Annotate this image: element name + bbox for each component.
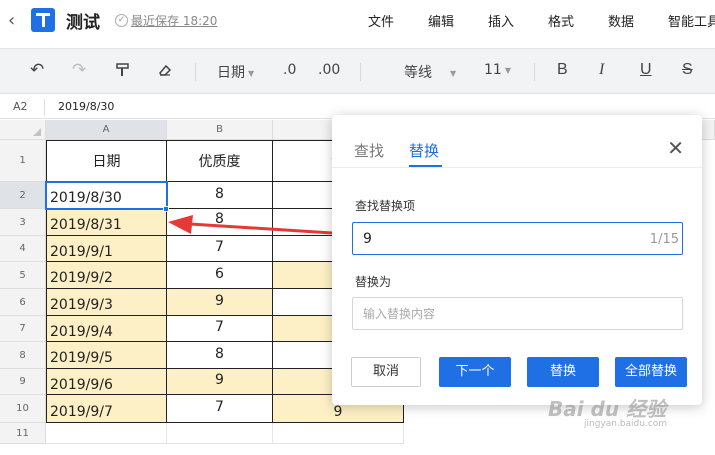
row-header-5[interactable]: 5 (0, 262, 46, 289)
row-header-1[interactable]: 1 (0, 140, 46, 182)
column-header-b[interactable]: B (167, 120, 273, 140)
save-status: ✓ 最近保存 18:20 (115, 12, 217, 29)
menu-insert[interactable]: 插入 (488, 11, 514, 30)
cell-a2[interactable]: 2019/8/30 (46, 182, 167, 209)
number-format-label: 日期 (217, 65, 245, 81)
replace-all-button[interactable]: 全部替换 (615, 357, 687, 387)
cell-reference[interactable]: A2 (13, 100, 28, 113)
row-header-9[interactable]: 9 (0, 369, 46, 395)
replace-input[interactable] (363, 303, 663, 325)
font-name-dropdown[interactable]: 等线 ▼ (404, 62, 456, 82)
row-header-2[interactable]: 2 (0, 182, 46, 209)
menu-smart-tools[interactable]: 智能工具 (668, 11, 715, 30)
column-header-a[interactable]: A (46, 120, 167, 140)
find-replace-dialog: 查找 替换 ✕ 查找替换项 1/15 替换为 取消 下一个 替换 全部替换 (332, 115, 702, 405)
cell-c11[interactable] (273, 423, 404, 444)
undo-icon[interactable]: ↶ (30, 60, 44, 80)
cell-b11[interactable] (167, 423, 273, 444)
bold-button[interactable]: B (557, 61, 568, 79)
cell-a3[interactable]: 2019/8/31 (46, 209, 167, 236)
toolbar: ↶ ↷ 日期 ▼ .0 .00 等线 ▼ 11 ▼ B I U S (0, 48, 715, 94)
redo-icon[interactable]: ↷ (72, 60, 86, 80)
tab-find[interactable]: 查找 (354, 140, 384, 161)
format-painter-icon[interactable] (115, 62, 131, 82)
cell-b7[interactable]: 7 (167, 316, 273, 342)
cell-a7[interactable]: 2019/9/4 (46, 316, 167, 342)
watermark-url: jingyan.baidu.com (584, 419, 668, 429)
check-circle-icon: ✓ (115, 14, 128, 27)
cell-a9[interactable]: 2019/9/6 (46, 369, 167, 395)
cell-a5[interactable]: 2019/9/2 (46, 262, 167, 289)
cell-b5[interactable]: 6 (167, 262, 273, 289)
cell-b3[interactable]: 8 (167, 209, 273, 236)
row-header-3[interactable]: 3 (0, 209, 46, 236)
row-header-6[interactable]: 6 (0, 289, 46, 316)
close-icon[interactable]: ✕ (667, 136, 684, 160)
caret-down-icon: ▼ (450, 68, 457, 78)
cell-b9[interactable]: 9 (167, 369, 273, 395)
number-format-dropdown[interactable]: 日期 ▼ (217, 62, 254, 82)
row-header-4[interactable]: 4 (0, 236, 46, 262)
caret-down-icon: ▼ (248, 68, 255, 78)
back-chevron-icon[interactable]: ‹ (8, 10, 15, 31)
font-size-dropdown[interactable]: 11 ▼ (484, 62, 511, 78)
select-all-corner[interactable] (0, 120, 46, 140)
decrease-decimal-button[interactable]: .0 (283, 62, 296, 78)
strikethrough-button[interactable]: S (682, 61, 693, 79)
cell-a6[interactable]: 2019/9/3 (46, 289, 167, 316)
cell-a8[interactable]: 2019/9/5 (46, 342, 167, 369)
menu-data[interactable]: 数据 (608, 11, 634, 30)
cell-b2[interactable]: 8 (167, 182, 273, 209)
font-name-label: 等线 (404, 65, 432, 81)
baidu-jingyan-watermark: Bai du 经验 (548, 397, 667, 421)
cell-a10[interactable]: 2019/9/7 (46, 395, 167, 423)
find-input[interactable] (363, 228, 623, 250)
match-count: 1/15 (649, 232, 679, 247)
cell-b6[interactable]: 9 (167, 289, 273, 316)
toolbar-divider (195, 63, 196, 81)
italic-button[interactable]: I (599, 61, 604, 79)
fill-handle[interactable] (163, 206, 169, 212)
formula-bar-divider (44, 99, 45, 116)
cancel-button[interactable]: 取消 (351, 357, 421, 387)
cell-a4[interactable]: 2019/9/1 (46, 236, 167, 262)
cell-b4[interactable]: 7 (167, 236, 273, 262)
tabs-divider (332, 167, 702, 168)
menu-edit[interactable]: 编辑 (428, 11, 454, 30)
formula-value[interactable]: 2019/8/30 (58, 100, 114, 113)
toolbar-divider (534, 63, 535, 81)
save-status-text[interactable]: 最近保存 18:20 (131, 12, 217, 29)
app-logo-icon (31, 8, 55, 32)
toolbar-divider (360, 63, 361, 81)
find-field[interactable]: 1/15 (352, 222, 683, 255)
cell-a11[interactable] (46, 423, 167, 444)
row-header-11[interactable]: 11 (0, 423, 46, 444)
row-header-8[interactable]: 8 (0, 342, 46, 369)
increase-decimal-button[interactable]: .00 (318, 62, 340, 78)
find-label: 查找替换项 (355, 199, 416, 213)
replace-field[interactable] (352, 297, 683, 330)
menu-format[interactable]: 格式 (548, 11, 574, 30)
font-size-label: 11 (484, 62, 502, 78)
replace-label: 替换为 (355, 275, 392, 289)
row-header-7[interactable]: 7 (0, 316, 46, 342)
cell-b8[interactable]: 8 (167, 342, 273, 369)
cell-a1[interactable]: 日期 (46, 140, 167, 182)
underline-button[interactable]: U (640, 61, 652, 79)
row-header-10[interactable]: 10 (0, 395, 46, 423)
tab-replace[interactable]: 替换 (409, 140, 439, 161)
menu-file[interactable]: 文件 (368, 11, 394, 30)
caret-down-icon: ▼ (504, 65, 511, 75)
cell-b1[interactable]: 优质度 (167, 140, 273, 182)
cell-b10[interactable]: 7 (167, 395, 273, 423)
find-next-button[interactable]: 下一个 (439, 357, 511, 387)
replace-button[interactable]: 替换 (527, 357, 599, 387)
title-bar: ‹ 测试 ✓ 最近保存 18:20 文件 编辑 插入 格式 数据 智能工具 (0, 0, 715, 40)
document-title[interactable]: 测试 (66, 8, 100, 33)
eraser-icon[interactable] (157, 62, 173, 82)
